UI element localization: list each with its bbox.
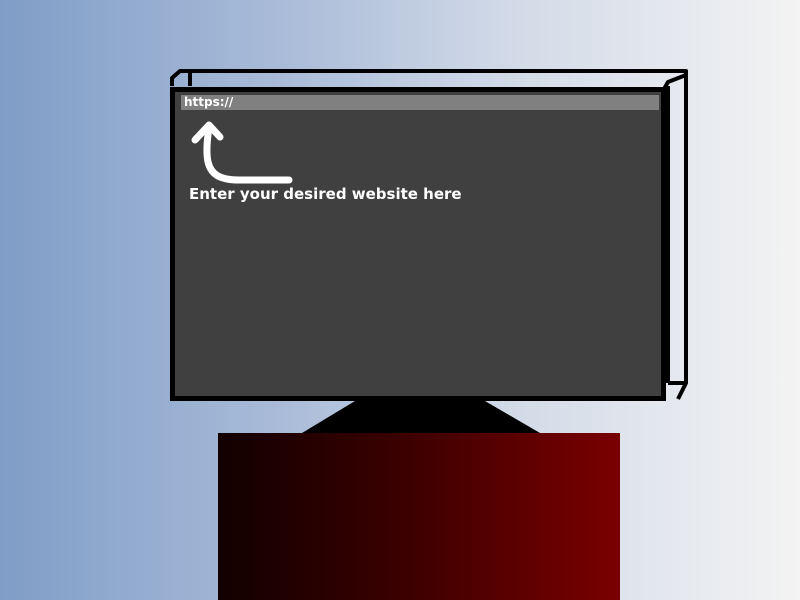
pedestal <box>218 433 620 600</box>
monitor-screen: https:// Enter your desired website here <box>170 87 666 401</box>
scene: https:// Enter your desired website here <box>0 0 800 600</box>
url-bar[interactable]: https:// <box>181 95 659 110</box>
curved-arrow-up-icon <box>191 121 293 184</box>
monitor-stand <box>302 401 540 433</box>
url-input-text[interactable]: https:// <box>181 95 233 110</box>
hint-text: Enter your desired website here <box>189 185 462 203</box>
